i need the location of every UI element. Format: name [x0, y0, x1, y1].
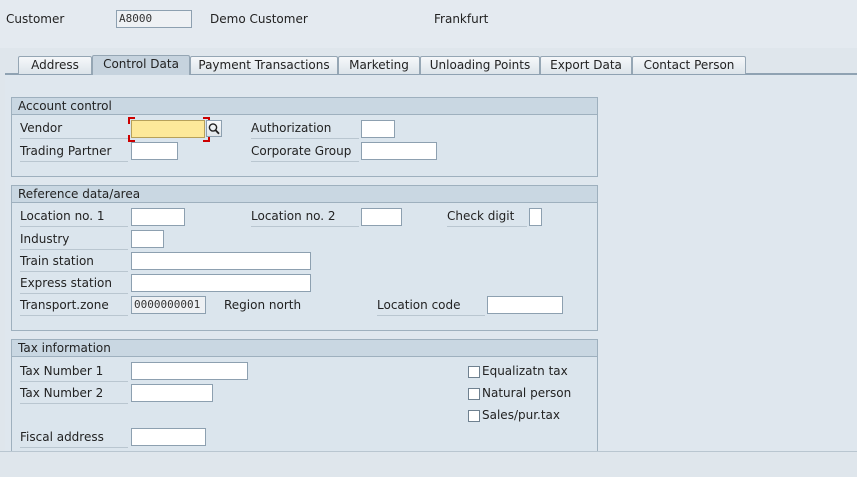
focus-corner-bl: [128, 135, 135, 142]
tab-contact-person[interactable]: Contact Person: [632, 56, 746, 74]
trading-partner-field[interactable]: [131, 142, 178, 160]
customer-label: Customer: [6, 12, 65, 26]
customer-number-field[interactable]: A8000: [116, 10, 192, 28]
corporate-group-label: Corporate Group: [251, 141, 359, 162]
trading-partner-label: Trading Partner: [20, 141, 128, 162]
equalization-tax-label: Equalizatn tax: [482, 364, 568, 378]
sales-pur-tax-label: Sales/pur.tax: [482, 408, 561, 422]
tab-address[interactable]: Address: [18, 56, 92, 74]
tab-export-data[interactable]: Export Data: [540, 56, 632, 74]
transport-zone-label: Transport.zone: [20, 295, 128, 316]
authorization-label: Authorization: [251, 118, 359, 139]
tax-number1-field[interactable]: [131, 362, 248, 380]
train-station-label: Train station: [20, 251, 128, 272]
customer-name: Demo Customer: [210, 12, 308, 26]
focus-corner-tl: [128, 117, 135, 124]
panel-bottom-border: [0, 451, 857, 452]
vendor-label: Vendor: [20, 118, 128, 139]
tax-number1-label: Tax Number 1: [20, 361, 128, 382]
location2-label: Location no. 2: [251, 206, 359, 227]
location1-field[interactable]: [131, 208, 185, 226]
tab-control-data[interactable]: Control Data: [92, 55, 190, 75]
train-station-field[interactable]: [131, 252, 311, 270]
express-station-field[interactable]: [131, 274, 311, 292]
vendor-search-button[interactable]: [206, 120, 222, 137]
transport-zone-field[interactable]: 0000000001: [131, 296, 206, 314]
industry-label: Industry: [20, 229, 128, 250]
fiscal-address-field[interactable]: [131, 428, 206, 446]
transport-zone-description: Region north: [224, 298, 302, 312]
tab-marketing[interactable]: Marketing: [338, 56, 420, 74]
location2-field[interactable]: [361, 208, 402, 226]
location-code-field[interactable]: [487, 296, 563, 314]
account-control-title: Account control: [12, 98, 597, 115]
tax-number2-label: Tax Number 2: [20, 383, 128, 404]
tax-number2-field[interactable]: [131, 384, 213, 402]
check-digit-field[interactable]: [529, 208, 542, 226]
tab-payment-transactions[interactable]: Payment Transactions: [190, 56, 338, 74]
fiscal-address-label: Fiscal address: [20, 427, 128, 448]
corporate-group-field[interactable]: [361, 142, 437, 160]
customer-city: Frankfurt: [434, 12, 489, 26]
industry-field[interactable]: [131, 230, 164, 248]
check-digit-label: Check digit: [447, 206, 527, 227]
authorization-field[interactable]: [361, 120, 395, 138]
vendor-field[interactable]: [131, 120, 205, 138]
tax-information-title: Tax information: [12, 340, 597, 357]
sales-pur-tax-checkbox[interactable]: [468, 410, 480, 422]
equalization-tax-checkbox[interactable]: [468, 366, 480, 378]
express-station-label: Express station: [20, 273, 128, 294]
tab-unloading-points[interactable]: Unloading Points: [420, 56, 540, 74]
reference-data-title: Reference data/area: [12, 186, 597, 203]
location1-label: Location no. 1: [20, 206, 128, 227]
natural-person-label: Natural person: [482, 386, 572, 400]
natural-person-checkbox[interactable]: [468, 388, 480, 400]
location-code-label: Location code: [377, 295, 485, 316]
search-icon: [208, 123, 220, 135]
